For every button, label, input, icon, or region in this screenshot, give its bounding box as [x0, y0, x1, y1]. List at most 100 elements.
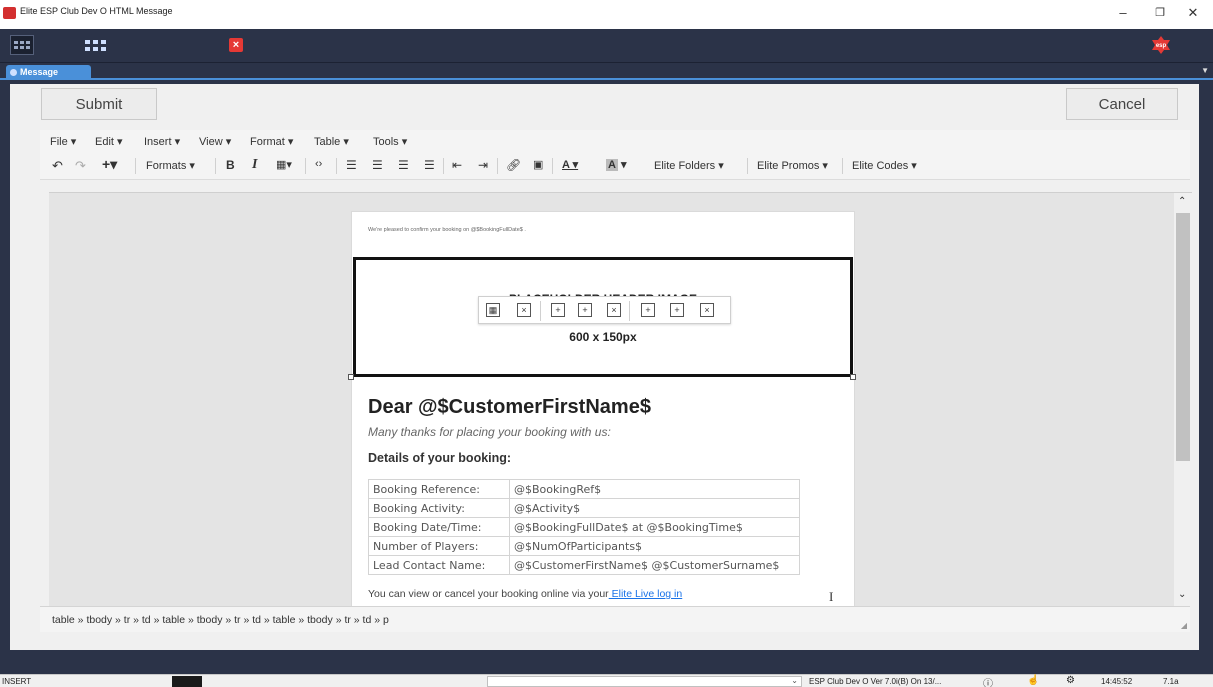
window-titlebar: Elite ESP Club Dev O HTML Message – ❐ ✕ — [0, 0, 1213, 29]
scroll-down-icon[interactable]: ⌄ — [1178, 589, 1186, 600]
scrollbar-thumb[interactable] — [1176, 213, 1190, 461]
italic-button[interactable]: I — [252, 157, 257, 173]
background-color-icon[interactable]: A ▾ — [606, 158, 627, 171]
element-path[interactable]: table » tbody » tr » td » table » tbody … — [52, 614, 389, 626]
booking-value: @$BookingRef$ — [509, 479, 800, 499]
link-icon[interactable]: 🔗︎ — [506, 158, 521, 172]
align-right-icon[interactable]: ☰ — [398, 158, 409, 172]
thumbs-up-icon[interactable]: ☝ — [1027, 675, 1039, 686]
bottom-status-bar: INSERT ⌄ ESP Club Dev O Ver 7.0i(B) On 1… — [0, 674, 1213, 687]
elite-promos-dropdown[interactable]: Elite Promos ▾ — [757, 159, 828, 172]
confirm-line: We're pleased to confirm your booking on… — [368, 227, 526, 233]
bold-button[interactable]: B — [226, 158, 235, 172]
chevron-down-icon: ⌄ — [791, 676, 798, 685]
element-path-bar: table » tbody » tr » td » table » tbody … — [40, 606, 1190, 632]
menu-tools[interactable]: Tools ▾ — [373, 135, 407, 148]
image-icon[interactable]: ▣ — [533, 158, 543, 171]
table-row: Number of Players: @$NumOfParticipants$ — [368, 536, 800, 556]
esp-logo-icon: esp — [1150, 35, 1172, 55]
status-dropdown[interactable]: ⌄ — [487, 676, 802, 687]
cancel-button[interactable]: Cancel — [1066, 88, 1178, 120]
esp-logo-text: esp — [1156, 43, 1167, 49]
insert-row-before-icon[interactable]: + — [551, 303, 565, 317]
booking-label: Booking Activity: — [368, 498, 510, 518]
close-window-button[interactable]: ✕ — [1183, 5, 1203, 21]
indent-icon[interactable]: ⇥ — [478, 158, 488, 172]
version-text: ESP Club Dev O Ver 7.0i(B) On 13/... — [809, 677, 942, 686]
booking-value: @$BookingFullDate$ at @$BookingTime$ — [509, 517, 800, 537]
delete-row-icon[interactable]: × — [607, 303, 621, 317]
toolbar-separator — [552, 158, 553, 174]
booking-label: Booking Reference: — [368, 479, 510, 499]
menu-insert[interactable]: Insert ▾ — [144, 135, 180, 148]
menu-edit[interactable]: Edit ▾ — [95, 135, 123, 148]
clock-time: 14:45:52 — [1101, 677, 1133, 686]
table-toolbar-separator — [540, 301, 541, 321]
editor-scrollbar[interactable]: ⌃ ⌄ — [1174, 193, 1192, 606]
table-context-toolbar: ▦ × + + × + + × — [478, 296, 731, 324]
format-toolbar: ↶ ↷ +▾ Formats ▾ B I ▦▾ ‹› ☰ ☰ ☰ ☰ ⇤ ⇥ 🔗… — [40, 152, 1190, 180]
dots-grid-icon[interactable] — [83, 38, 109, 54]
table-row: Booking Activity: @$Activity$ — [368, 498, 800, 518]
toolbar-separator — [497, 158, 498, 174]
maximize-button[interactable]: ❐ — [1150, 6, 1170, 19]
settings-gear-icon[interactable]: ⚙ — [1066, 675, 1075, 686]
status-color-box — [172, 676, 202, 687]
insert-column-before-icon[interactable]: + — [641, 303, 655, 317]
close-x-icon[interactable]: × — [229, 38, 243, 52]
delete-table-icon[interactable]: × — [517, 303, 531, 317]
menu-file[interactable]: File ▾ — [50, 135, 76, 148]
formats-dropdown[interactable]: Formats ▾ — [146, 159, 195, 172]
source-code-icon[interactable]: ‹› — [315, 158, 322, 170]
elite-codes-dropdown[interactable]: Elite Codes ▾ — [852, 159, 917, 172]
tab-strip: Message ▼ — [0, 63, 1213, 80]
tab-overflow-icon[interactable]: ▼ — [1201, 66, 1209, 75]
editor-panel: Submit Cancel File ▾ Edit ▾ Insert ▾ Vie… — [10, 84, 1199, 650]
resize-handle-right[interactable] — [850, 374, 856, 380]
tab-message[interactable]: Message — [6, 65, 91, 80]
help-icon[interactable]: ⓘ — [983, 675, 993, 687]
submit-button[interactable]: Submit — [41, 88, 157, 120]
build-version: 7.1a — [1163, 677, 1179, 686]
outdent-icon[interactable]: ⇤ — [452, 158, 462, 172]
align-justify-icon[interactable]: ☰ — [424, 158, 435, 172]
toolbar-separator — [135, 158, 136, 174]
email-template[interactable]: We're pleased to confirm your booking on… — [348, 211, 856, 606]
table-row: Booking Date/Time: @$BookingFullDate$ at… — [368, 517, 800, 537]
redo-icon[interactable]: ↷ — [75, 158, 86, 174]
delete-column-icon[interactable]: × — [700, 303, 714, 317]
toolbar-separator — [842, 158, 843, 174]
resize-grip-icon[interactable]: ◢ — [1181, 621, 1187, 630]
greeting-heading: Dear @$CustomerFirstName$ — [368, 396, 651, 418]
tab-message-label: Message — [20, 67, 59, 77]
menu-view[interactable]: View ▾ — [199, 135, 231, 148]
scroll-up-icon[interactable]: ⌃ — [1178, 196, 1186, 207]
toolbar-separator — [336, 158, 337, 174]
minimize-button[interactable]: – — [1113, 5, 1133, 20]
menu-format[interactable]: Format ▾ — [250, 135, 293, 148]
app-toolbar: × esp — [0, 29, 1213, 63]
view-cancel-line: You can view or cancel your booking onli… — [368, 588, 682, 600]
align-left-icon[interactable]: ☰ — [346, 158, 357, 172]
resize-handle-left[interactable] — [348, 374, 354, 380]
editor-content-area[interactable]: We're pleased to confirm your booking on… — [49, 192, 1192, 606]
align-center-icon[interactable]: ☰ — [372, 158, 383, 172]
elite-folders-dropdown[interactable]: Elite Folders ▾ — [654, 159, 724, 172]
menu-table[interactable]: Table ▾ — [314, 135, 349, 148]
toolbar-separator — [215, 158, 216, 174]
booking-value: @$CustomerFirstName$ @$CustomerSurname$ — [509, 555, 800, 575]
text-color-icon[interactable]: A ▾ — [562, 158, 578, 171]
thanks-text: Many thanks for placing your booking wit… — [368, 425, 611, 439]
table-properties-icon[interactable]: ▦ — [486, 303, 500, 317]
table-icon[interactable]: ▦▾ — [276, 158, 292, 171]
booking-value: @$Activity$ — [509, 498, 800, 518]
toolbar-separator — [747, 158, 748, 174]
booking-label: Number of Players: — [368, 536, 510, 556]
insert-row-after-icon[interactable]: + — [578, 303, 592, 317]
undo-icon[interactable]: ↶ — [52, 158, 63, 174]
insert-mode-indicator: INSERT — [2, 677, 32, 686]
insert-column-after-icon[interactable]: + — [670, 303, 684, 317]
elite-live-login-link[interactable]: Elite Live log in — [609, 588, 683, 600]
app-grid-icon[interactable] — [10, 35, 34, 55]
insert-plus-icon[interactable]: +▾ — [102, 156, 117, 173]
